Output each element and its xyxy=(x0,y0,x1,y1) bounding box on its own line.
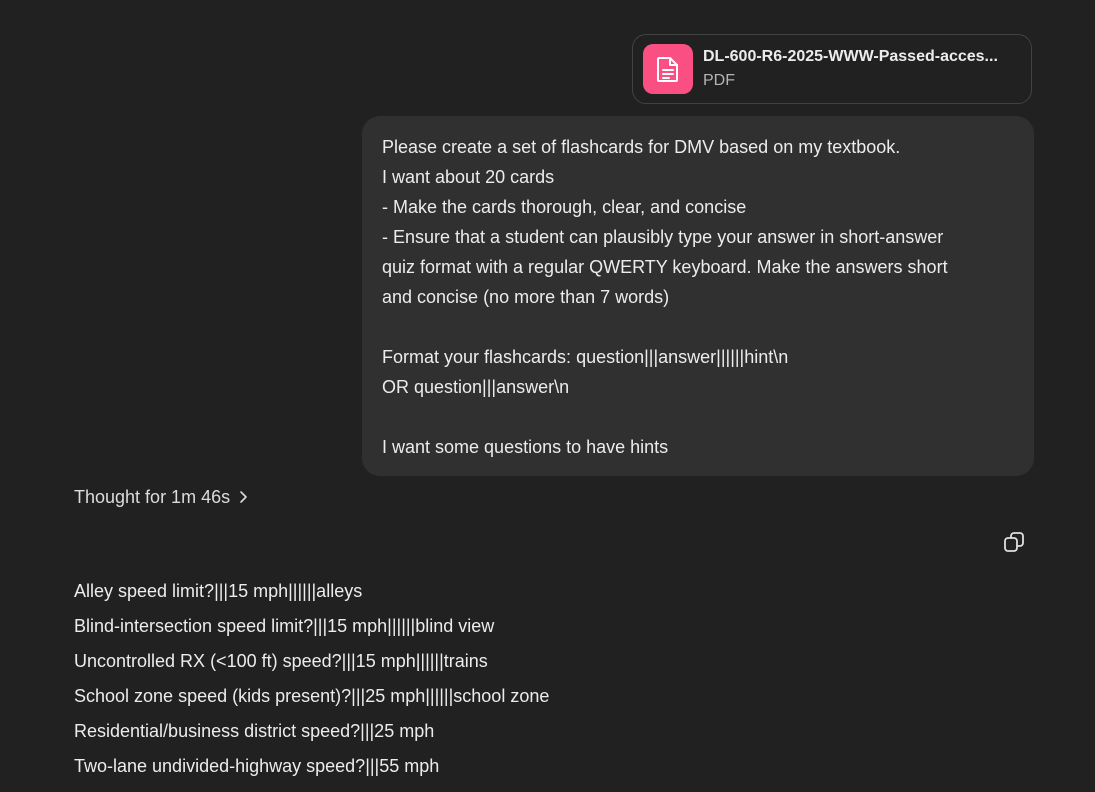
file-icon-box xyxy=(643,44,693,94)
thought-toggle[interactable]: Thought for 1m 46s xyxy=(74,483,248,511)
flashcard-line: School zone speed (kids present)?|||25 m… xyxy=(74,686,550,706)
user-message-line: and concise (no more than 7 words) xyxy=(382,287,670,307)
user-message-line: - Make the cards thorough, clear, and co… xyxy=(382,197,747,217)
user-message-line: quiz format with a regular QWERTY keyboa… xyxy=(382,257,948,277)
chevron-right-icon xyxy=(238,490,248,504)
user-message-line: Please create a set of flashcards for DM… xyxy=(382,137,901,157)
flashcard-line: Residential/business district speed?|||2… xyxy=(74,721,435,741)
user-message-bubble: Please create a set of flashcards for DM… xyxy=(362,116,1034,476)
flashcard-line: Blind-intersection speed limit?|||15 mph… xyxy=(74,616,495,636)
user-message-line: I want about 20 cards xyxy=(382,167,555,187)
flashcard-line: Two-lane undivided-highway speed?|||55 m… xyxy=(74,756,440,776)
user-message-line: I want some questions to have hints xyxy=(382,437,669,457)
file-type: PDF xyxy=(703,72,735,89)
copy-button[interactable] xyxy=(999,527,1029,557)
thought-label: Thought for 1m 46s xyxy=(74,487,231,507)
flashcard-line: Uncontrolled RX (<100 ft) speed?|||15 mp… xyxy=(74,651,488,671)
pdf-attachment[interactable]: DL-600-R6-2025-WWW-Passed-acces... PDF xyxy=(632,34,1032,104)
chat-page: DL-600-R6-2025-WWW-Passed-acces... PDF P… xyxy=(0,0,1095,792)
copy-icon xyxy=(1004,532,1024,552)
user-message-line: OR question|||answer\n xyxy=(382,377,570,397)
flashcard-line: Alley speed limit?|||15 mph||||||alleys xyxy=(74,581,363,601)
user-message-line xyxy=(382,312,1014,342)
user-message-line: Format your flashcards: question|||answe… xyxy=(382,347,789,367)
file-name: DL-600-R6-2025-WWW-Passed-acces... xyxy=(703,48,998,65)
flashcard-list: Alley speed limit?|||15 mph||||||alleys … xyxy=(74,574,549,784)
file-meta: DL-600-R6-2025-WWW-Passed-acces... PDF xyxy=(703,47,1023,91)
user-message-line: - Ensure that a student can plausibly ty… xyxy=(382,227,944,247)
user-message-line xyxy=(382,402,1014,432)
document-icon xyxy=(657,57,678,82)
